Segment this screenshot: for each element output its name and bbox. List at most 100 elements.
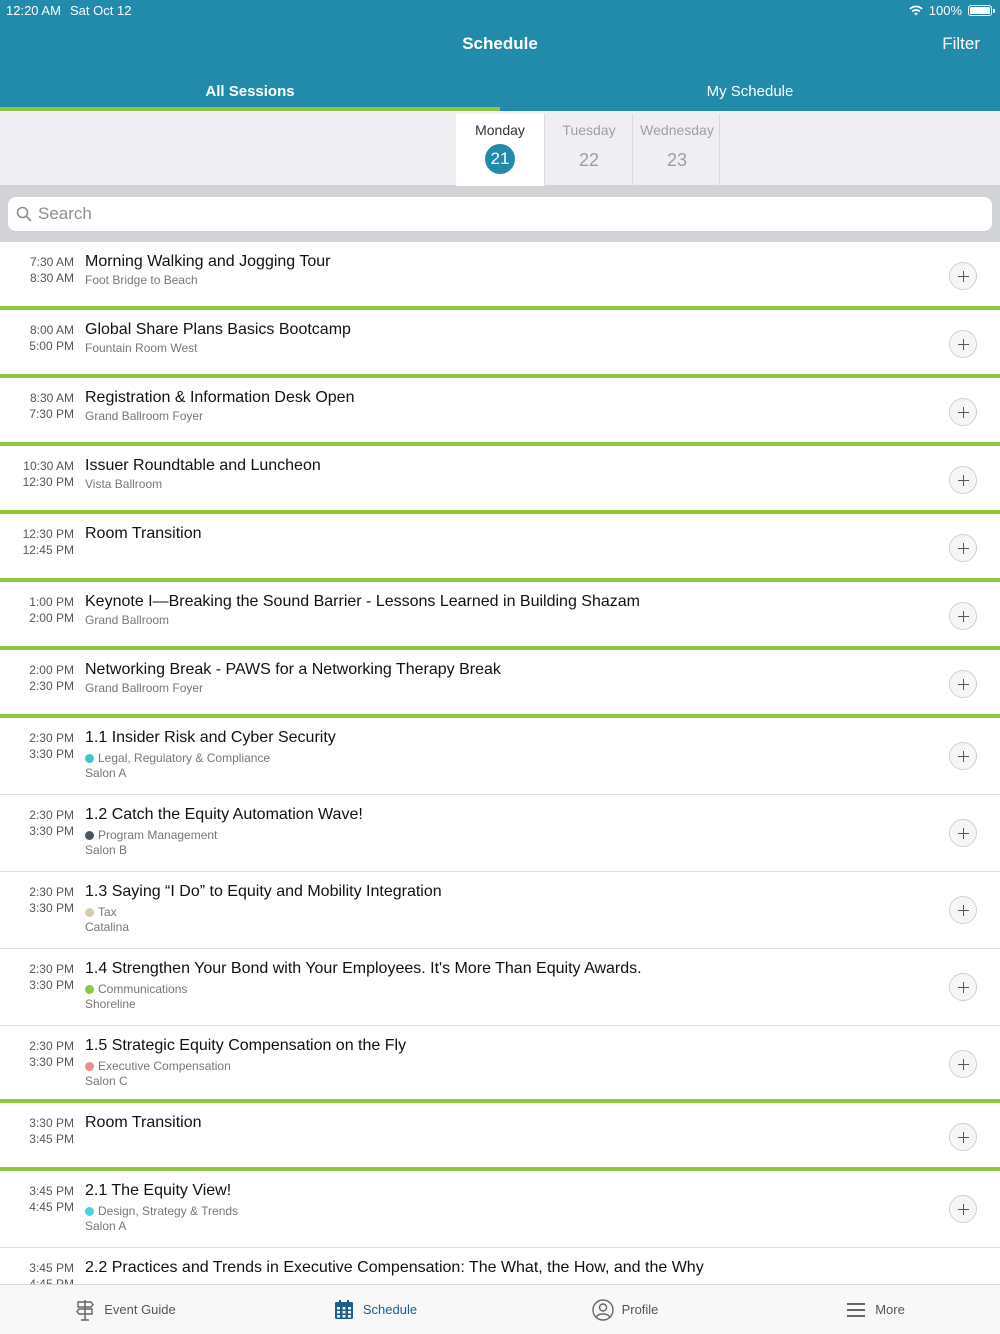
session-location: Fountain Room West (85, 341, 198, 355)
session-row[interactable]: 2:30 PM 3:30 PM 1.4 Strengthen Your Bond … (0, 949, 1000, 1026)
session-row[interactable]: 7:30 AM 8:30 AM Morning Walking and Joggi… (0, 242, 1000, 310)
session-times: 2:00 PM 2:30 PM (0, 662, 74, 694)
add-to-schedule-button[interactable] (949, 262, 977, 290)
start-time: 3:30 PM (29, 1116, 74, 1130)
add-to-schedule-button[interactable] (949, 896, 977, 924)
wifi-icon (909, 5, 923, 16)
search-icon (16, 206, 32, 222)
status-time: 12:20 AM (6, 3, 61, 18)
session-title: 1.3 Saying “I Do” to Equity and Mobility… (85, 883, 442, 900)
session-info: 2.2 Practices and Trends in Executive Co… (85, 1258, 915, 1278)
session-info: Networking Break - PAWS for a Networking… (85, 660, 915, 695)
end-time: 7:30 PM (29, 407, 74, 421)
session-title: Global Share Plans Basics Bootcamp (85, 321, 351, 338)
start-time: 3:45 PM (29, 1184, 74, 1198)
track-color-dot (85, 984, 94, 994)
end-time: 8:30 AM (29, 271, 74, 285)
session-row[interactable]: 2:30 PM 3:30 PM 1.5 Strategic Equity Comp… (0, 1026, 1000, 1103)
session-times: 10:30 AM 12:30 PM (0, 458, 74, 490)
session-row[interactable]: 8:30 AM 7:30 PM Registration & Informatio… (0, 378, 1000, 446)
add-to-schedule-button[interactable] (949, 1123, 977, 1151)
session-title: 1.4 Strengthen Your Bond with Your Emplo… (85, 960, 642, 977)
start-time: 2:30 PM (29, 962, 74, 976)
add-to-schedule-button[interactable] (949, 670, 977, 698)
add-to-schedule-button[interactable] (949, 1195, 977, 1223)
add-to-schedule-button[interactable] (949, 602, 977, 630)
add-to-schedule-button[interactable] (949, 534, 977, 562)
day-monday[interactable]: Monday 21 (456, 114, 544, 186)
tab-schedule[interactable]: Schedule (250, 1285, 500, 1334)
session-location: Grand Ballroom (85, 613, 170, 627)
day-name: Tuesday (562, 122, 616, 138)
add-to-schedule-button[interactable] (949, 742, 977, 770)
session-info: 2.1 The Equity View! Design, Strategy & … (85, 1181, 915, 1233)
session-row[interactable]: 2:30 PM 3:30 PM 1.2 Catch the Equity Auto… (0, 795, 1000, 872)
end-time: 3:45 PM (29, 1132, 74, 1146)
session-row[interactable]: 3:45 PM 4:45 PM 2.2 Practices and Trends … (0, 1248, 1000, 1284)
session-row[interactable]: 8:00 AM 5:00 PM Global Share Plans Basics… (0, 310, 1000, 378)
segment-tabs: All Sessions My Schedule (0, 78, 1000, 111)
session-location: Salon C (85, 1074, 128, 1088)
tab-event-guide[interactable]: Event Guide (0, 1285, 250, 1334)
end-time: 2:30 PM (29, 679, 74, 693)
add-to-schedule-button[interactable] (949, 819, 977, 847)
session-title: Issuer Roundtable and Luncheon (85, 457, 321, 474)
start-time: 8:00 AM (29, 323, 74, 337)
bottom-tab-bar: Event Guide Schedule Profile More (0, 1284, 1000, 1334)
battery-percent: 100% (928, 3, 962, 18)
session-info: Morning Walking and Jogging Tour Foot Br… (85, 252, 915, 287)
session-info: Room Transition (85, 1113, 915, 1133)
session-times: 2:30 PM 3:30 PM (0, 884, 74, 916)
start-time: 1:00 PM (29, 595, 74, 609)
end-time: 3:30 PM (29, 978, 74, 992)
search-box (8, 197, 992, 231)
add-to-schedule-button[interactable] (949, 973, 977, 1001)
session-info: 1.4 Strengthen Your Bond with Your Emplo… (85, 959, 915, 1011)
start-time: 2:30 PM (29, 808, 74, 822)
add-to-schedule-button[interactable] (949, 466, 977, 494)
add-to-schedule-button[interactable] (949, 398, 977, 426)
track-color-dot (85, 907, 94, 917)
session-row[interactable]: 2:30 PM 3:30 PM 1.1 Insider Risk and Cybe… (0, 718, 1000, 795)
add-to-schedule-button[interactable] (949, 330, 977, 358)
filter-button[interactable]: Filter (942, 34, 980, 54)
session-row[interactable]: 3:30 PM 3:45 PM Room Transition (0, 1103, 1000, 1171)
tab-more[interactable]: More (750, 1285, 1000, 1334)
session-times: 2:30 PM 3:30 PM (0, 961, 74, 993)
tab-label: Profile (621, 1302, 659, 1317)
tab-profile[interactable]: Profile (500, 1285, 750, 1334)
session-row[interactable]: 2:00 PM 2:30 PM Networking Break - PAWS f… (0, 650, 1000, 718)
start-time: 2:30 PM (29, 1039, 74, 1053)
start-time: 12:30 PM (22, 527, 74, 541)
start-time: 10:30 AM (23, 459, 74, 473)
day-name: Monday (475, 122, 525, 138)
end-time: 4:45 PM (29, 1200, 74, 1214)
day-tuesday[interactable]: Tuesday 22 (545, 114, 633, 186)
session-info: Issuer Roundtable and Luncheon Vista Bal… (85, 456, 915, 491)
tab-all-sessions[interactable]: All Sessions (0, 78, 500, 111)
tab-my-schedule[interactable]: My Schedule (500, 78, 1000, 111)
session-row[interactable]: 10:30 AM 12:30 PM Issuer Roundtable and L… (0, 446, 1000, 514)
start-time: 8:30 AM (29, 391, 74, 405)
status-date: Sat Oct 12 (70, 3, 132, 18)
day-wednesday[interactable]: Wednesday 23 (633, 114, 721, 186)
end-time: 3:30 PM (29, 901, 74, 915)
session-info: 1.5 Strategic Equity Compensation on the… (85, 1036, 915, 1088)
status-bar: 12:20 AM Sat Oct 12 100% (0, 0, 1000, 20)
track-label: Design, Strategy & Trends (98, 1204, 239, 1218)
session-row[interactable]: 1:00 PM 2:00 PM Keynote I—Breaking the So… (0, 582, 1000, 650)
end-time: 4:45 PM (29, 1277, 74, 1284)
session-row[interactable]: 2:30 PM 3:30 PM 1.3 Saying “I Do” to Equi… (0, 872, 1000, 949)
end-time: 12:30 PM (22, 475, 74, 489)
add-to-schedule-button[interactable] (949, 1050, 977, 1078)
session-title: 1.5 Strategic Equity Compensation on the… (85, 1037, 407, 1054)
session-times: 8:30 AM 7:30 PM (0, 390, 74, 422)
session-title: 1.2 Catch the Equity Automation Wave! (85, 806, 363, 823)
end-time: 3:30 PM (29, 824, 74, 838)
start-time: 7:30 AM (29, 255, 74, 269)
session-row[interactable]: 3:45 PM 4:45 PM 2.1 The Equity View! Desi… (0, 1171, 1000, 1248)
session-times: 1:00 PM 2:00 PM (0, 594, 74, 626)
search-input[interactable] (38, 204, 938, 224)
session-row[interactable]: 12:30 PM 12:45 PM Room Transition (0, 514, 1000, 582)
session-location: Catalina (85, 920, 130, 934)
